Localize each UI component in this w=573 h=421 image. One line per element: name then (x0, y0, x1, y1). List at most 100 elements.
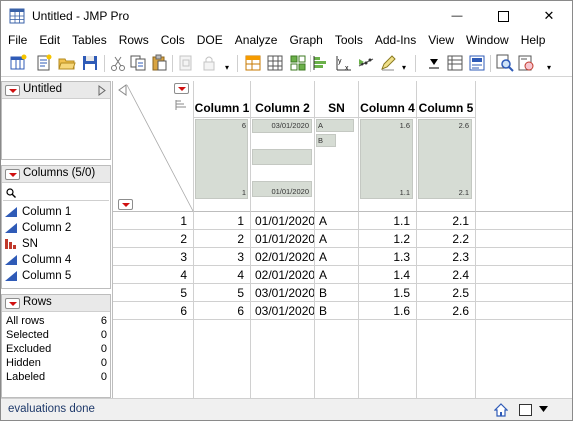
empty-cell[interactable] (476, 230, 572, 248)
cell-sn[interactable]: A (315, 266, 359, 284)
cell-column-4[interactable]: 1.3 (359, 248, 417, 266)
close-button[interactable]: ✕ (526, 1, 572, 31)
cell-column-1[interactable]: 2 (194, 230, 251, 248)
toolbar-overflow-icon[interactable]: ▾ (547, 64, 554, 72)
menu-view[interactable]: View (422, 31, 460, 50)
menu-tables[interactable]: Tables (66, 31, 113, 50)
column-header-sn[interactable]: SN A B (315, 81, 359, 212)
menu-window[interactable]: Window (460, 31, 515, 50)
data-grid-icon[interactable] (446, 54, 464, 72)
annotate-icon[interactable] (517, 54, 535, 72)
table-row[interactable]: 4 4 02/01/2020 A 1.4 2.4 (113, 266, 572, 284)
column-list-item[interactable]: SN (4, 236, 108, 252)
column-header-1[interactable]: Column 1 6 1 (194, 81, 251, 212)
menu-doe[interactable]: DOE (191, 31, 229, 50)
cell-column-2[interactable]: 02/01/2020 (251, 266, 315, 284)
paste-icon[interactable] (150, 54, 168, 72)
red-triangle-menu-icon[interactable] (118, 199, 133, 210)
rows-summary-item[interactable]: Hidden 0 (6, 356, 107, 370)
toolbar-overflow-icon[interactable]: ▾ (402, 64, 409, 72)
menu-rows[interactable]: Rows (113, 31, 155, 50)
empty-cell[interactable] (476, 248, 572, 266)
cut-icon[interactable] (109, 54, 127, 72)
cell-sn[interactable]: A (315, 212, 359, 230)
save-icon[interactable] (81, 54, 99, 72)
red-triangle-menu-icon[interactable] (5, 85, 20, 96)
cell-column-5[interactable]: 2.4 (417, 266, 476, 284)
row-number[interactable]: 1 (113, 212, 194, 230)
cell-column-5[interactable]: 2.6 (417, 302, 476, 320)
fit-model-icon[interactable] (357, 54, 375, 72)
cell-column-5[interactable]: 2.1 (417, 212, 476, 230)
menu-graph[interactable]: Graph (283, 31, 328, 50)
menu-cols[interactable]: Cols (155, 31, 191, 50)
new-data-table-icon[interactable] (9, 54, 27, 72)
pencil-icon[interactable] (379, 54, 397, 72)
menu-help[interactable]: Help (515, 31, 552, 50)
table-row[interactable]: 6 6 03/01/2020 B 1.6 2.6 (113, 302, 572, 320)
cell-column-1[interactable]: 6 (194, 302, 251, 320)
cell-column-5[interactable]: 2.3 (417, 248, 476, 266)
cell-column-1[interactable]: 3 (194, 248, 251, 266)
report-icon[interactable] (468, 54, 486, 72)
table-icon[interactable] (266, 54, 284, 72)
maximize-button[interactable] (480, 1, 526, 31)
table-row[interactable]: 2 2 01/01/2020 A 1.2 2.2 (113, 230, 572, 248)
empty-cell[interactable] (476, 302, 572, 320)
data-table-list-icon[interactable] (244, 54, 262, 72)
cell-sn[interactable]: B (315, 284, 359, 302)
column-header-2[interactable]: Column 2 03/01/2020 01/01/2020 (251, 81, 315, 212)
window-list-icon[interactable] (519, 404, 532, 416)
rows-summary-item[interactable]: Selected 0 (6, 328, 107, 342)
cell-column-1[interactable]: 5 (194, 284, 251, 302)
column-search-input[interactable] (3, 184, 109, 201)
cell-column-1[interactable]: 1 (194, 212, 251, 230)
minimize-button[interactable]: — (434, 1, 480, 31)
empty-cell[interactable] (476, 212, 572, 230)
cell-column-2[interactable]: 01/01/2020 (251, 230, 315, 248)
cell-column-4[interactable]: 1.4 (359, 266, 417, 284)
column-list-item[interactable]: Column 1 (4, 204, 108, 220)
row-number[interactable]: 3 (113, 248, 194, 266)
red-triangle-menu-icon[interactable] (5, 298, 20, 309)
column-header-5[interactable]: Column 5 2.6 2.1 (417, 81, 476, 212)
row-number[interactable]: 2 (113, 230, 194, 248)
empty-cell[interactable] (476, 266, 572, 284)
copy-disabled-icon[interactable] (177, 54, 195, 72)
home-icon[interactable] (494, 403, 508, 417)
cell-sn[interactable]: A (315, 248, 359, 266)
table-row[interactable]: 1 1 01/01/2020 A 1.1 2.1 (113, 212, 572, 230)
text-tool-icon[interactable] (425, 54, 443, 72)
cell-column-5[interactable]: 2.5 (417, 284, 476, 302)
column-list-item[interactable]: Column 5 (4, 268, 108, 284)
magnifier-icon[interactable] (496, 54, 514, 72)
cell-column-5[interactable]: 2.2 (417, 230, 476, 248)
cell-column-4[interactable]: 1.6 (359, 302, 417, 320)
rows-summary-item[interactable]: Labeled 0 (6, 370, 107, 384)
collapse-arrow-icon[interactable] (98, 85, 106, 96)
menu-tools[interactable]: Tools (329, 31, 369, 50)
rows-summary-item[interactable]: All rows 6 (6, 314, 107, 328)
cell-column-2[interactable]: 03/01/2020 (251, 284, 315, 302)
table-row[interactable]: 3 3 02/01/2020 A 1.3 2.3 (113, 248, 572, 266)
cell-sn[interactable]: B (315, 302, 359, 320)
toolbar-overflow-icon[interactable]: ▾ (225, 64, 232, 72)
cell-column-4[interactable]: 1.2 (359, 230, 417, 248)
empty-cell[interactable] (476, 284, 572, 302)
chevron-down-icon[interactable] (539, 406, 548, 413)
cell-column-2[interactable]: 02/01/2020 (251, 248, 315, 266)
cell-column-4[interactable]: 1.1 (359, 212, 417, 230)
row-number[interactable]: 4 (113, 266, 194, 284)
subset-icon[interactable] (289, 54, 307, 72)
new-script-icon[interactable] (35, 54, 53, 72)
column-header-4[interactable]: Column 4 1.6 1.1 (359, 81, 417, 212)
cell-column-2[interactable]: 01/01/2020 (251, 212, 315, 230)
table-row[interactable]: 5 5 03/01/2020 B 1.5 2.5 (113, 284, 572, 302)
cell-column-2[interactable]: 03/01/2020 (251, 302, 315, 320)
cell-column-1[interactable]: 4 (194, 266, 251, 284)
red-triangle-menu-icon[interactable] (5, 169, 20, 180)
column-list-item[interactable]: Column 2 (4, 220, 108, 236)
distribution-icon[interactable] (312, 54, 330, 72)
lock-disabled-icon[interactable] (200, 54, 218, 72)
cell-sn[interactable]: A (315, 230, 359, 248)
